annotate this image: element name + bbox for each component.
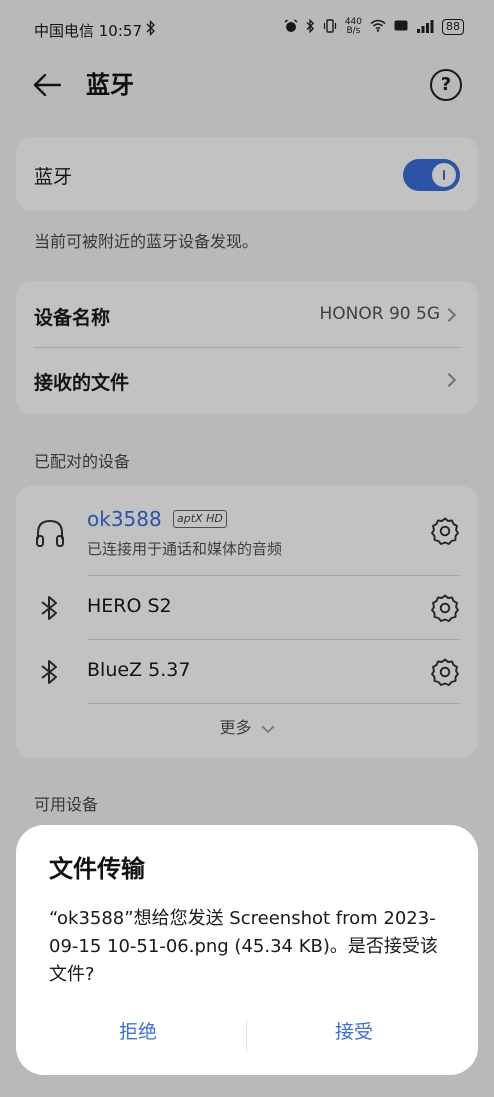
dialog-message: “ok3588”想给您发送 Screenshot from 2023-09-15…	[49, 908, 438, 985]
accept-button[interactable]: 接受	[254, 1017, 454, 1044]
file-transfer-dialog: 文件传输 “ok3588”想给您发送 Screenshot from 2023-…	[16, 825, 478, 1075]
decline-button[interactable]: 拒绝	[38, 1017, 238, 1044]
button-separator	[246, 1020, 247, 1052]
dialog-title: 文件传输	[49, 855, 145, 883]
